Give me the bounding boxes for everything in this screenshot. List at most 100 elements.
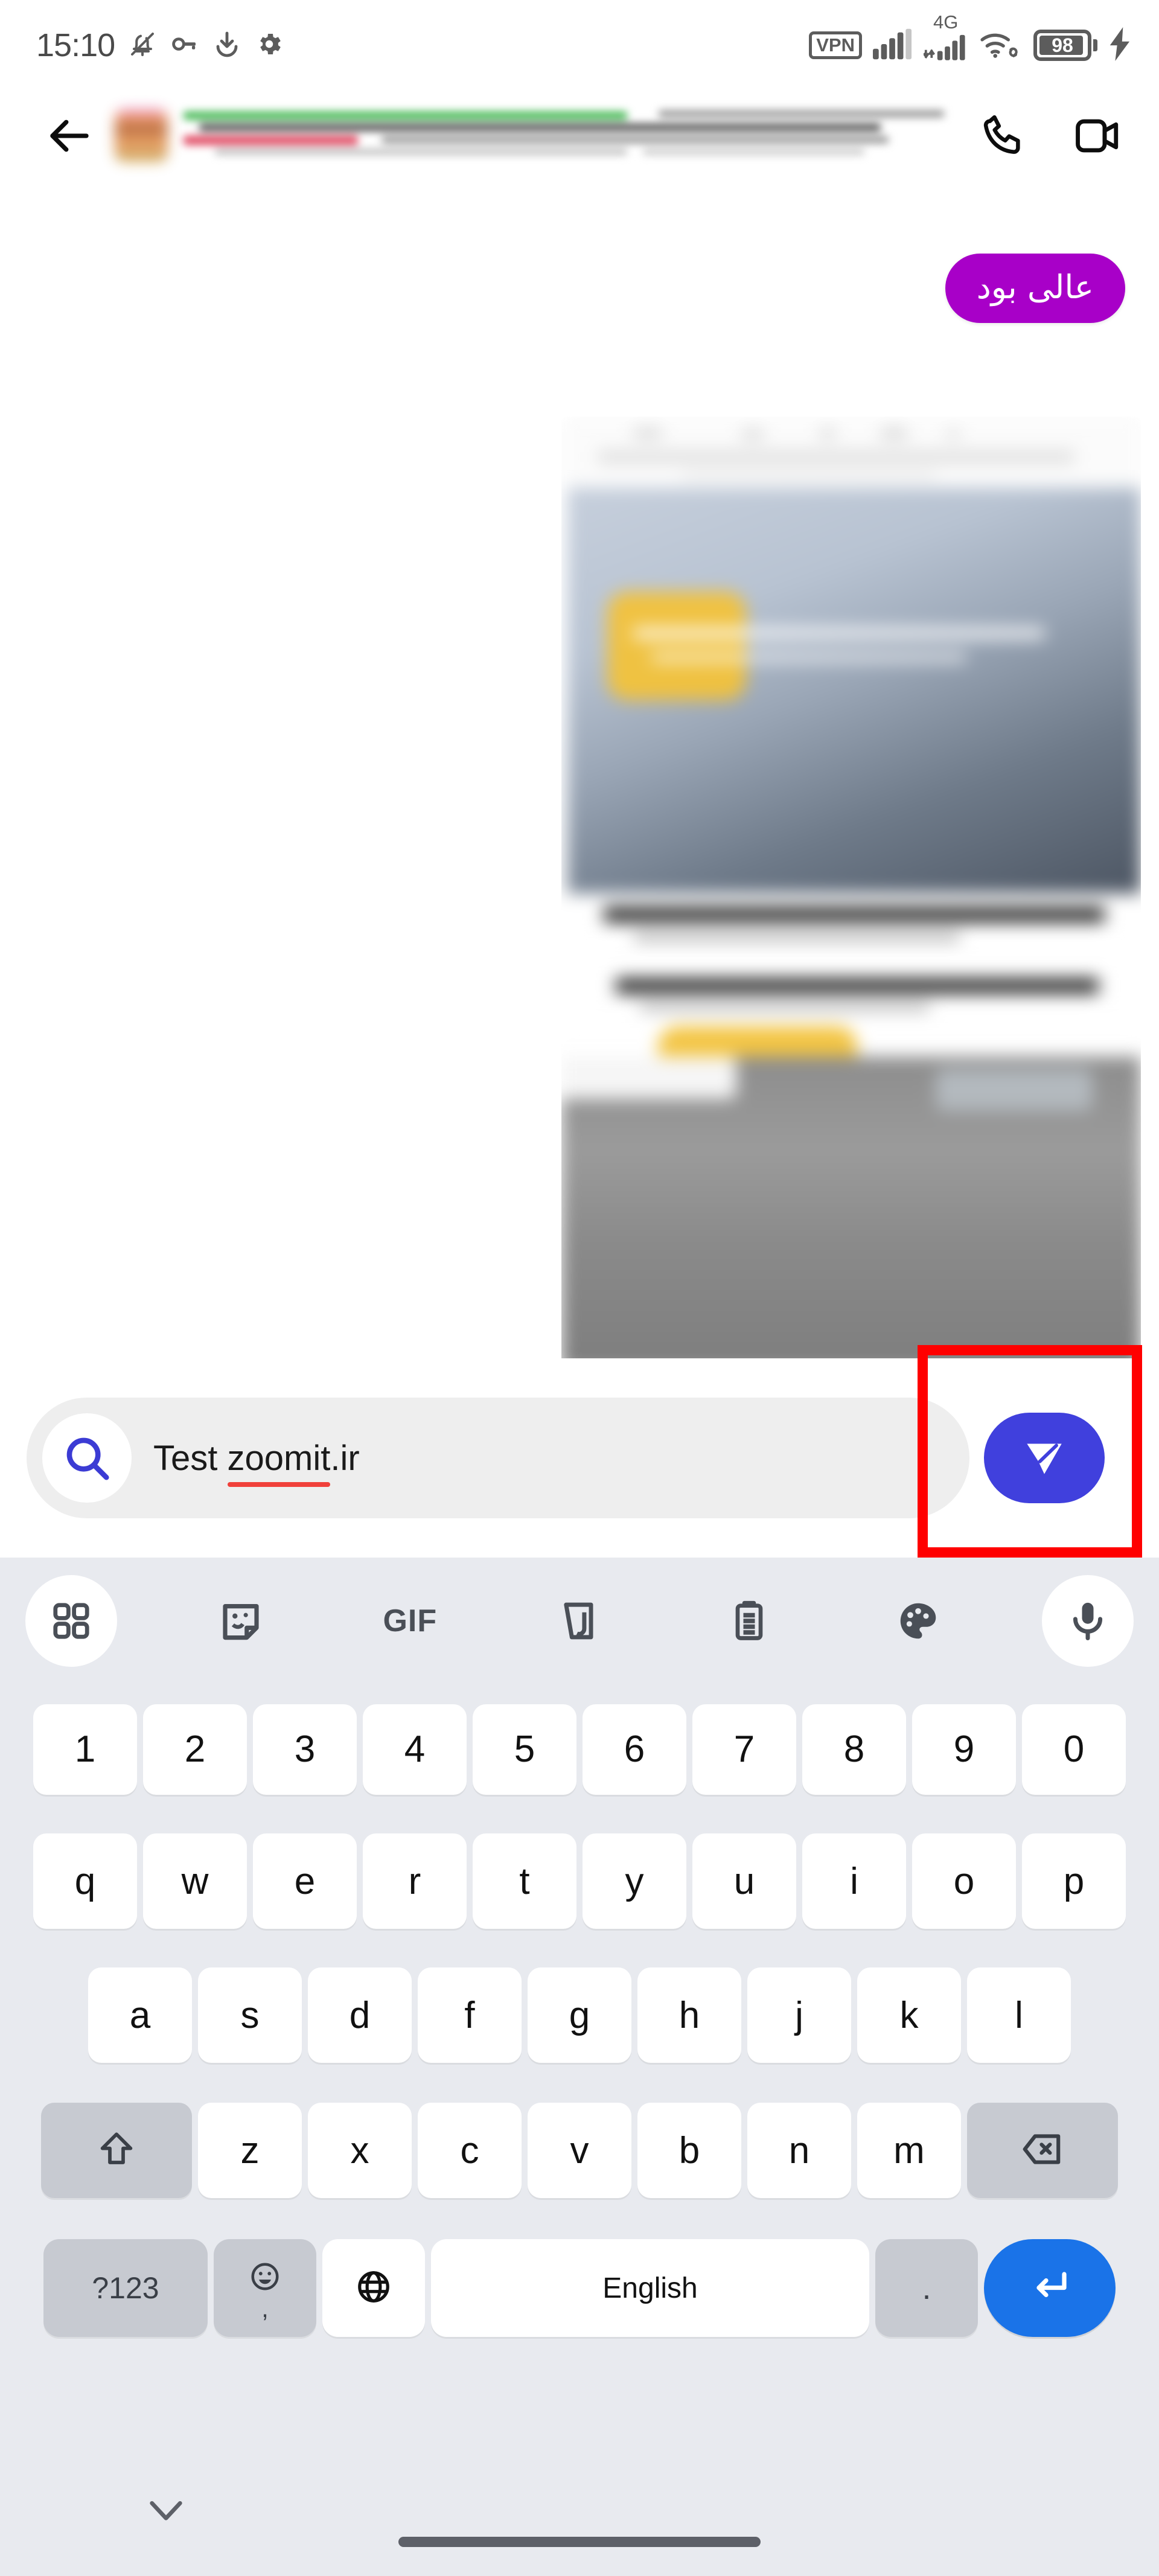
gear-icon bbox=[255, 30, 284, 62]
key-g[interactable]: g bbox=[528, 1967, 631, 2063]
phone-icon[interactable] bbox=[975, 108, 1031, 164]
handwriting-icon[interactable] bbox=[534, 1575, 625, 1667]
key-t[interactable]: t bbox=[473, 1833, 576, 1929]
signal-bars-icon bbox=[873, 28, 913, 63]
message-input-bar: Test zoomit.ir bbox=[0, 1358, 1159, 1558]
system-nav-bar bbox=[0, 2452, 1159, 2576]
space-key[interactable]: English bbox=[431, 2239, 869, 2337]
key-1[interactable]: 1 bbox=[33, 1704, 137, 1795]
key-9[interactable]: 9 bbox=[912, 1704, 1016, 1795]
key-3[interactable]: 3 bbox=[253, 1704, 357, 1795]
vpn-badge: VPN bbox=[809, 31, 862, 60]
key-o[interactable]: o bbox=[912, 1833, 1016, 1929]
clipboard-icon[interactable] bbox=[703, 1575, 795, 1667]
key-h[interactable]: h bbox=[637, 1967, 741, 2063]
enter-return-icon bbox=[1028, 2265, 1071, 2312]
back-button[interactable] bbox=[42, 109, 97, 163]
gif-icon[interactable]: GIF bbox=[364, 1575, 456, 1667]
key-u[interactable]: u bbox=[692, 1833, 796, 1929]
period-key[interactable]: . bbox=[875, 2239, 978, 2337]
key-q[interactable]: q bbox=[33, 1833, 137, 1929]
status-bar-left: 15:10 bbox=[36, 27, 284, 64]
key-5[interactable]: 5 bbox=[473, 1704, 576, 1795]
key-7[interactable]: 7 bbox=[692, 1704, 796, 1795]
status-bar: 15:10 VPN 4G 98 bbox=[0, 0, 1159, 91]
backspace-key[interactable] bbox=[967, 2103, 1118, 2198]
download-icon bbox=[212, 30, 241, 62]
chevron-down-icon bbox=[142, 2493, 190, 2531]
hide-keyboard-button[interactable] bbox=[133, 2487, 199, 2536]
key-m[interactable]: m bbox=[857, 2103, 961, 2198]
shift-key[interactable] bbox=[41, 2103, 192, 2198]
message-bubble-outgoing[interactable]: عالی بود bbox=[945, 254, 1125, 324]
key-v[interactable]: v bbox=[528, 2103, 631, 2198]
key-r[interactable]: r bbox=[363, 1833, 467, 1929]
shift-arrow-icon bbox=[97, 2129, 136, 2172]
chat-header bbox=[0, 91, 1159, 181]
message-input-value[interactable]: Test zoomit.ir bbox=[153, 1438, 360, 1487]
keyboard-toolbar: GIF bbox=[0, 1558, 1159, 1684]
video-camera-icon[interactable] bbox=[1070, 108, 1125, 164]
key-d[interactable]: d bbox=[308, 1967, 412, 2063]
globe-language-icon bbox=[355, 2268, 392, 2309]
key-p[interactable]: p bbox=[1022, 1833, 1126, 1929]
message-input-field[interactable]: Test zoomit.ir bbox=[27, 1398, 969, 1518]
battery-percent-label: 98 bbox=[1052, 34, 1073, 56]
avatar[interactable] bbox=[115, 109, 168, 162]
key-8[interactable]: 8 bbox=[802, 1704, 906, 1795]
network-type-label: 4G bbox=[933, 11, 959, 33]
input-text-suffix: .ir bbox=[330, 1438, 360, 1478]
comma-label: , bbox=[261, 2293, 269, 2322]
key-x[interactable]: x bbox=[308, 2103, 412, 2198]
key-6[interactable]: 6 bbox=[583, 1704, 686, 1795]
message-list: عالی بود bbox=[0, 181, 1159, 1358]
key-w[interactable]: w bbox=[143, 1833, 247, 1929]
key-s[interactable]: s bbox=[198, 1967, 302, 2063]
backspace-icon bbox=[1020, 2127, 1065, 2175]
sticker-icon[interactable] bbox=[195, 1575, 287, 1667]
input-text-prefix: Test bbox=[153, 1438, 228, 1478]
symbols-key[interactable]: ?123 bbox=[43, 2239, 208, 2337]
status-bar-right: VPN 4G 98 bbox=[809, 11, 1132, 64]
palette-icon[interactable] bbox=[872, 1575, 964, 1667]
charging-bolt-icon bbox=[1108, 27, 1132, 64]
battery-icon: 98 bbox=[1033, 30, 1097, 61]
apps-grid-icon[interactable] bbox=[25, 1575, 117, 1667]
enter-key[interactable] bbox=[984, 2239, 1116, 2337]
send-button[interactable] bbox=[984, 1413, 1105, 1503]
emoji-key[interactable]: , bbox=[214, 2239, 316, 2337]
keyboard-row-bottom-letters: z x c v b n m bbox=[0, 2082, 1159, 2219]
key-k[interactable]: k bbox=[857, 1967, 961, 2063]
signal-bars-4g-icon: 4G bbox=[924, 11, 969, 61]
home-indicator[interactable] bbox=[398, 2537, 761, 2547]
key-z[interactable]: z bbox=[198, 2103, 302, 2198]
keyboard-row-numbers: 1 2 3 4 5 6 7 8 9 0 bbox=[0, 1684, 1159, 1814]
key-0[interactable]: 0 bbox=[1022, 1704, 1126, 1795]
message-image-attachment[interactable] bbox=[561, 417, 1141, 1358]
key-j[interactable]: j bbox=[747, 1967, 851, 2063]
key-b[interactable]: b bbox=[637, 2103, 741, 2198]
keyboard-row-home: a s d f g h j k l bbox=[0, 1948, 1159, 2082]
key-y[interactable]: y bbox=[583, 1833, 686, 1929]
header-actions bbox=[975, 108, 1125, 164]
search-icon[interactable] bbox=[42, 1413, 132, 1503]
key-i[interactable]: i bbox=[802, 1833, 906, 1929]
microphone-icon[interactable] bbox=[1041, 1575, 1134, 1667]
key-c[interactable]: c bbox=[418, 2103, 522, 2198]
status-time: 15:10 bbox=[36, 27, 115, 63]
contact-name[interactable] bbox=[184, 108, 975, 164]
key-4[interactable]: 4 bbox=[363, 1704, 467, 1795]
language-switch-key[interactable] bbox=[322, 2239, 425, 2337]
send-icon bbox=[1018, 1431, 1070, 1486]
key-n[interactable]: n bbox=[747, 2103, 851, 2198]
key-a[interactable]: a bbox=[88, 1967, 192, 2063]
key-e[interactable]: e bbox=[253, 1833, 357, 1929]
key-l[interactable]: l bbox=[967, 1967, 1071, 2063]
keyboard-row-modifiers: ?123 , English . bbox=[0, 2219, 1159, 2357]
key-icon bbox=[170, 30, 199, 62]
blurred-image-content bbox=[561, 417, 1141, 1358]
emoji-smiley-icon bbox=[249, 2260, 281, 2296]
keyboard-row-qwerty: q w e r t y u i o p bbox=[0, 1814, 1159, 1948]
key-f[interactable]: f bbox=[418, 1967, 522, 2063]
key-2[interactable]: 2 bbox=[143, 1704, 247, 1795]
